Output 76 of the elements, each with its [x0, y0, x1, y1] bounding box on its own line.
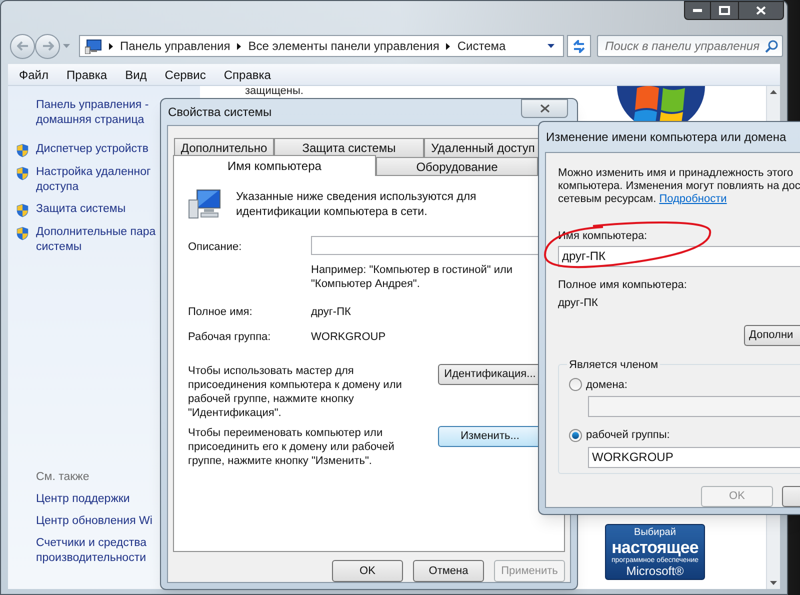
forward-button[interactable]: [35, 34, 60, 58]
computer-icon: [85, 38, 102, 54]
dialog-button[interactable]: [782, 486, 800, 506]
computer-name-field[interactable]: друг-ПК: [558, 246, 800, 266]
tab[interactable]: Защита системы: [274, 138, 424, 157]
forward-arrow-icon: [42, 41, 54, 51]
sidebar-link[interactable]: Дополнительные пара системы: [36, 225, 156, 255]
back-arrow-icon: [16, 41, 28, 51]
scroll-up-icon[interactable]: [770, 90, 777, 94]
badge-text: настоящее: [612, 538, 698, 556]
dialog-button[interactable]: OK: [332, 560, 403, 582]
minimize-icon: [693, 9, 702, 12]
breadcrumb[interactable]: Все элементы панели управления: [248, 37, 440, 55]
maximize-button[interactable]: [711, 1, 738, 20]
menu-item[interactable]: Файл: [10, 66, 58, 84]
radio-label: рабочей группы:: [586, 428, 670, 443]
text-field[interactable]: WORKGROUP: [588, 446, 800, 468]
address-bar[interactable]: Панель управления Все элементы панели управления Система: [79, 35, 564, 57]
close-button[interactable]: [738, 1, 784, 20]
field-label: Полное имя компьютера:: [558, 278, 688, 292]
refresh-icon: [572, 40, 586, 52]
section-heading: См. также: [36, 470, 90, 485]
radio-label: домена:: [586, 378, 628, 392]
breadcrumb[interactable]: Система: [457, 37, 506, 55]
details-link[interactable]: Подробности: [659, 193, 727, 205]
dialog-button[interactable]: Отмена: [413, 560, 484, 582]
field-label: Полное имя:: [188, 304, 254, 320]
sidebar-link[interactable]: Защита системы: [36, 202, 126, 218]
field-value: WORKGROUP: [311, 330, 387, 345]
menu-item[interactable]: Справка: [214, 66, 280, 84]
menu-item[interactable]: Правка: [58, 66, 116, 84]
info-text: Указанные ниже сведения используются для идентификации компьютера в сети.: [236, 190, 478, 220]
refresh-button[interactable]: [567, 35, 591, 57]
badge-text: Microsoft®: [626, 564, 684, 576]
instruction-text: Чтобы переименовать компьютер или присоединить его к домену или рабочей группе, нажмите кнопку "Изменить".: [188, 426, 396, 468]
maximize-icon: [719, 6, 730, 15]
chevron-icon[interactable]: [446, 42, 450, 50]
scroll-down-icon[interactable]: [770, 581, 777, 585]
field-value: друг-ПК: [311, 304, 352, 320]
breadcrumb[interactable]: Панель управления: [120, 37, 230, 55]
sidebar-link[interactable]: Панель управления - домашняя страница: [36, 98, 149, 128]
search-field[interactable]: Поиск в панели управления: [597, 35, 783, 57]
menu-item[interactable]: Сервис: [156, 66, 215, 84]
more-button[interactable]: Дополни: [744, 324, 800, 346]
sidebar-link[interactable]: Настройка удаленног доступа: [36, 165, 151, 195]
shield-icon: [15, 226, 30, 241]
minimize-button[interactable]: [684, 1, 711, 20]
field-label: Описание:: [188, 240, 243, 255]
sidebar-link[interactable]: Диспетчер устройств: [36, 142, 148, 158]
shield-icon: [15, 143, 30, 158]
radio-button[interactable]: [569, 378, 582, 392]
computer-icon: [188, 188, 222, 220]
shield-icon: [15, 166, 30, 181]
search-icon: [765, 40, 778, 52]
field-value: друг-ПК: [558, 296, 599, 311]
dropdown-icon[interactable]: [547, 44, 555, 48]
body-text: защищены.: [245, 85, 304, 97]
close-icon: [756, 6, 766, 15]
hint-text: Например: "Компьютер в гостиной" или "Компьютер Андрея".: [311, 262, 514, 290]
badge-text: Выбирай: [634, 528, 676, 538]
menu-item[interactable]: Вид: [116, 66, 156, 84]
radio-button[interactable]: [569, 428, 582, 442]
back-button[interactable]: [10, 34, 35, 58]
chevron-icon[interactable]: [109, 42, 113, 50]
search-placeholder: Поиск в панели управления: [605, 38, 760, 55]
chevron-icon[interactable]: [237, 42, 242, 50]
dialog-title: Свойства системы: [168, 104, 272, 121]
info-text: Можно изменить имя и принадлежность этого компьютера. Изменения могут повлиять на дос сетевым ресурсам. Подробности: [558, 167, 800, 206]
instruction-text: Чтобы использовать мастер для присоединения компьютера к домену или рабочей группе, нажмите кнопку "Идентификация".: [188, 364, 403, 420]
close-button[interactable]: [521, 99, 568, 118]
shield-icon: [15, 203, 30, 218]
tab[interactable]: Оборудование: [376, 157, 538, 176]
close-icon: [540, 104, 550, 113]
tab[interactable]: Имя компьютера: [173, 155, 376, 176]
field-label: Рабочая группа:: [188, 330, 272, 345]
dialog-title: Изменение имени компьютера или домена: [546, 129, 786, 146]
